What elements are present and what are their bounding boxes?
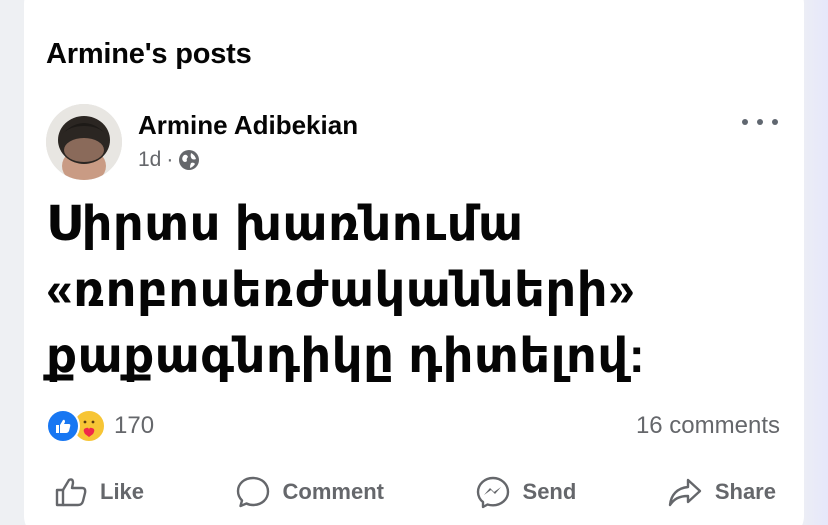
- share-label: Share: [714, 479, 776, 504]
- share-button[interactable]: Share: [653, 476, 790, 508]
- avatar[interactable]: [46, 104, 122, 180]
- comments-count[interactable]: 16 comments: [636, 412, 780, 440]
- like-button[interactable]: Like: [40, 476, 158, 508]
- comment-button[interactable]: Comment: [221, 475, 398, 509]
- author-name[interactable]: Armine Adibekian: [138, 110, 358, 141]
- like-label: Like: [100, 479, 145, 504]
- share-icon: [668, 478, 702, 507]
- send-button[interactable]: Send: [461, 475, 591, 509]
- meta-separator: ·: [166, 148, 174, 171]
- post-meta: 1d ·: [138, 146, 200, 174]
- post-text: Սիրտս խառնումա «ռոբոսեռժականների» քաքագն…: [46, 198, 646, 383]
- globe-icon[interactable]: [178, 149, 200, 171]
- reactions-count: 170: [114, 412, 155, 439]
- more-dot: [742, 119, 748, 125]
- send-label: Send: [522, 479, 577, 504]
- comment-icon: [236, 476, 269, 508]
- post-actions-bar: Like Comment Send Share: [40, 468, 790, 516]
- section-title: Armine's posts: [46, 38, 252, 70]
- like-reaction-icon: [46, 409, 80, 443]
- post-time[interactable]: 1d: [138, 148, 161, 172]
- messenger-icon: [476, 476, 509, 509]
- avatar-image: [46, 104, 122, 180]
- page: Armine's posts Armine Adibekian 1d · Սիր…: [0, 0, 828, 525]
- comment-label: Comment: [282, 479, 384, 504]
- more-dot: [757, 119, 763, 125]
- more-options-icon[interactable]: [742, 112, 778, 132]
- reactions-summary[interactable]: 170: [46, 409, 155, 443]
- like-icon: [55, 478, 87, 507]
- more-dot: [772, 119, 778, 125]
